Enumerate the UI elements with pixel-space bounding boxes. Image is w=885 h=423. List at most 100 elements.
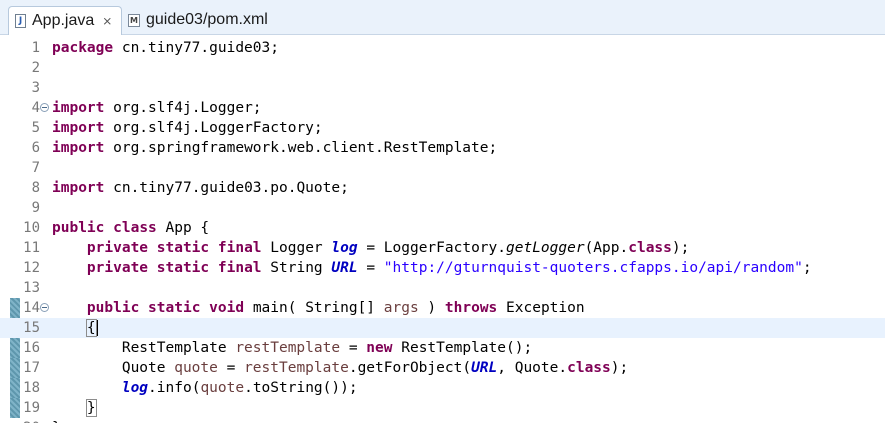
line-number: 14 bbox=[23, 300, 40, 316]
code-text[interactable]: RestTemplate restTemplate = new RestTemp… bbox=[52, 338, 532, 358]
code-text[interactable]: log.info(quote.toString()); bbox=[52, 378, 358, 398]
code-line: 4 import org.slf4j.Logger; bbox=[0, 98, 885, 118]
line-number: 4 bbox=[31, 100, 40, 116]
line-number: 16 bbox=[23, 340, 40, 356]
line-number: 1 bbox=[31, 40, 40, 56]
line-number: 10 bbox=[23, 220, 40, 236]
code-text[interactable]: package cn.tiny77.guide03; bbox=[52, 38, 279, 58]
text-caret bbox=[96, 320, 98, 336]
code-text[interactable]: } bbox=[52, 398, 97, 418]
code-line: 5 import org.slf4j.LoggerFactory; bbox=[0, 118, 885, 138]
code-token: } bbox=[85, 399, 97, 417]
code-token: public bbox=[86, 300, 140, 316]
code-token: import bbox=[52, 180, 105, 196]
code-text[interactable]: { bbox=[52, 318, 98, 338]
code-line: 20} bbox=[0, 418, 885, 423]
code-token: final bbox=[217, 240, 262, 256]
code-token: .toString()); bbox=[244, 380, 358, 396]
code-line: 17 Quote quote = restTemplate.getForObje… bbox=[0, 358, 885, 378]
code-line: 3 bbox=[0, 78, 885, 98]
line-number: 2 bbox=[31, 60, 40, 76]
line-number: 12 bbox=[23, 260, 40, 276]
code-text[interactable]: public static void main( String[] args )… bbox=[52, 298, 585, 318]
tab-pom-xml[interactable]: M guide03/pom.xml bbox=[124, 6, 268, 34]
code-token: log bbox=[331, 240, 358, 256]
code-token: quote bbox=[200, 380, 245, 396]
line-number: 17 bbox=[23, 360, 40, 376]
close-icon[interactable]: ⨯ bbox=[102, 14, 112, 28]
code-line: 8 import cn.tiny77.guide03.po.Quote; bbox=[0, 178, 885, 198]
code-token: = bbox=[217, 360, 245, 376]
code-text[interactable]: } bbox=[52, 418, 61, 423]
code-token: cn.tiny77.guide03; bbox=[113, 40, 279, 56]
code-token: Logger bbox=[261, 240, 332, 256]
code-token: import bbox=[52, 140, 105, 156]
code-token: "http://gturnquist-quoters.cfapps.io/api… bbox=[383, 260, 803, 276]
code-token: void bbox=[209, 300, 245, 316]
code-token: URL bbox=[331, 260, 358, 276]
code-token: import bbox=[52, 120, 105, 136]
editor-tab-bar: J App.java ⨯ M guide03/pom.xml bbox=[0, 0, 885, 35]
tab-label: guide03/pom.xml bbox=[146, 11, 268, 28]
code-token: cn.tiny77.guide03.po.Quote; bbox=[104, 180, 349, 196]
line-number: 13 bbox=[23, 280, 40, 296]
code-token: org.springframework.web.client.RestTempl… bbox=[104, 140, 498, 156]
code-token: new bbox=[366, 340, 393, 356]
code-token: static bbox=[156, 260, 210, 276]
code-text[interactable]: private static final String URL = "http:… bbox=[52, 258, 812, 278]
line-number: 15 bbox=[23, 320, 40, 336]
code-token: RestTemplate(); bbox=[392, 340, 533, 356]
line-number: 7 bbox=[31, 160, 40, 176]
collapse-fold-icon[interactable] bbox=[40, 303, 49, 312]
code-token: private bbox=[86, 240, 149, 256]
code-line: 12 private static final String URL = "ht… bbox=[0, 258, 885, 278]
xml-file-icon: M bbox=[128, 13, 140, 27]
code-token: ); bbox=[610, 360, 629, 376]
code-token: Exception bbox=[497, 300, 585, 316]
code-token: class bbox=[567, 360, 611, 376]
code-text[interactable]: import org.slf4j.Logger; bbox=[52, 98, 262, 118]
code-token: import bbox=[52, 100, 105, 116]
line-number: 5 bbox=[31, 120, 40, 136]
code-text[interactable]: private static final Logger log = Logger… bbox=[52, 238, 689, 258]
code-token: Quote bbox=[52, 360, 175, 376]
code-line: 11 private static final Logger log = Log… bbox=[0, 238, 885, 258]
code-token: static bbox=[148, 300, 201, 316]
line-number: 11 bbox=[23, 240, 40, 256]
code-token: URL bbox=[471, 360, 498, 376]
code-text[interactable]: Quote quote = restTemplate.getForObject(… bbox=[52, 358, 628, 378]
code-line: 16 RestTemplate restTemplate = new RestT… bbox=[0, 338, 885, 358]
code-line: 2 bbox=[0, 58, 885, 78]
code-line: 6 import org.springframework.web.client.R… bbox=[0, 138, 885, 158]
code-token: private bbox=[86, 260, 149, 276]
code-text[interactable]: import org.springframework.web.client.Re… bbox=[52, 138, 497, 158]
code-token: org.slf4j.Logger; bbox=[104, 100, 262, 116]
code-token: quote bbox=[174, 360, 218, 376]
code-token: class bbox=[628, 240, 672, 256]
code-line: 13 bbox=[0, 278, 885, 298]
code-token: = LoggerFactory. bbox=[357, 240, 506, 256]
code-token: static bbox=[156, 240, 210, 256]
code-line: 15 { bbox=[0, 318, 885, 338]
tab-app-java[interactable]: J App.java ⨯ bbox=[8, 6, 122, 35]
code-token: restTemplate bbox=[235, 340, 341, 356]
code-token: public bbox=[52, 220, 105, 236]
code-text[interactable]: import org.slf4j.LoggerFactory; bbox=[52, 118, 323, 138]
code-text[interactable]: public class App { bbox=[52, 218, 209, 238]
code-token: = bbox=[340, 340, 367, 356]
code-token: package bbox=[52, 40, 114, 56]
collapse-fold-icon[interactable] bbox=[40, 103, 49, 112]
line-number: 18 bbox=[23, 380, 40, 396]
code-line: 9 bbox=[0, 198, 885, 218]
code-editor[interactable]: 1 package cn.tiny77.guide03; 2 3 4 import org… bbox=[0, 35, 885, 423]
code-text[interactable]: import cn.tiny77.guide03.po.Quote; bbox=[52, 178, 349, 198]
code-token: = bbox=[357, 260, 384, 276]
